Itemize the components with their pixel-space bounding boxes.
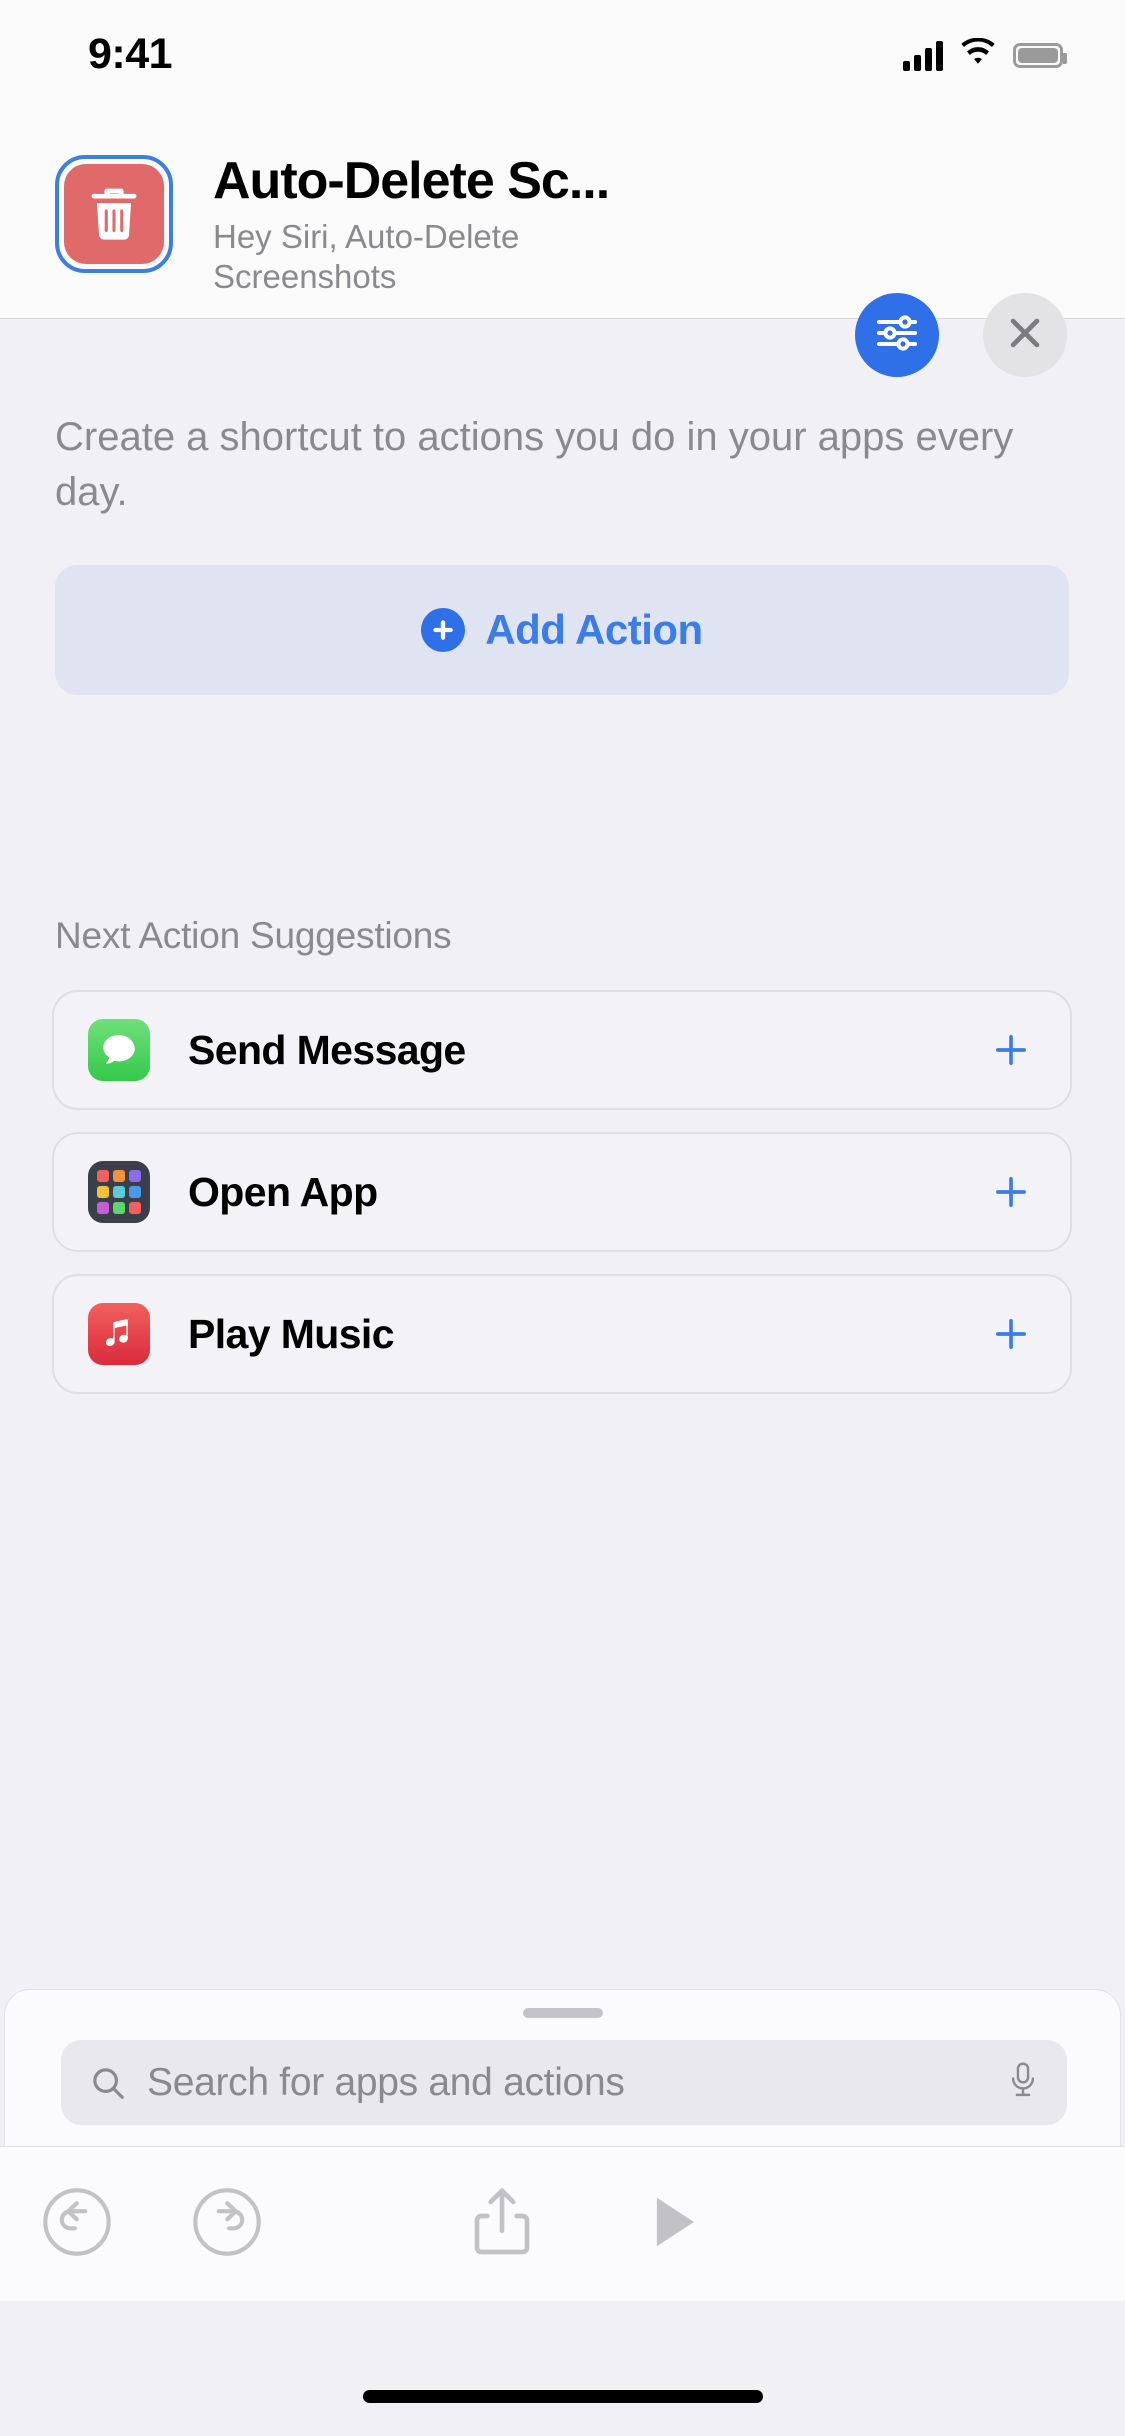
- sheet-grabber-handle[interactable]: [522, 2008, 603, 2018]
- suggestions-section-title: Next Action Suggestions: [55, 915, 452, 956]
- messages-app-icon: [88, 1019, 150, 1081]
- play-icon: [639, 2189, 705, 2260]
- home-indicator: [362, 2390, 763, 2403]
- editor-toolbar: [0, 2146, 1125, 2301]
- trash-icon: [64, 164, 164, 264]
- plus-circle-icon: [421, 608, 466, 652]
- share-icon: [462, 2182, 542, 2267]
- search-input[interactable]: Search for apps and actions: [61, 2040, 1067, 2125]
- music-app-icon: [88, 1303, 150, 1365]
- list-item-label: Play Music: [188, 1310, 395, 1357]
- play-button[interactable]: [617, 2169, 727, 2279]
- shortcut-subtitle: Hey Siri, Auto-Delete Screenshots: [213, 218, 520, 296]
- status-bar-time: 9:41: [88, 30, 173, 78]
- redo-button[interactable]: [172, 2169, 282, 2279]
- microphone-icon[interactable]: [1007, 2061, 1039, 2105]
- undo-button[interactable]: [22, 2169, 132, 2279]
- add-suggestion-button[interactable]: [988, 1027, 1034, 1073]
- search-placeholder: Search for apps and actions: [147, 2060, 625, 2104]
- list-item-label: Open App: [188, 1168, 378, 1215]
- list-item[interactable]: Play Music: [52, 1274, 1072, 1394]
- search-bottom-sheet: Search for apps and actions: [4, 1989, 1121, 2146]
- wifi-icon: [959, 37, 997, 73]
- sliders-icon: [873, 309, 921, 362]
- list-item[interactable]: Open App: [52, 1132, 1072, 1252]
- list-item-label: Send Message: [188, 1026, 466, 1073]
- shortcut-title[interactable]: Auto-Delete Sc...: [213, 153, 813, 209]
- status-bar-icons: [903, 37, 1067, 73]
- settings-button[interactable]: [855, 293, 939, 377]
- status-bar: 9:41: [0, 0, 1125, 95]
- shortcut-header: Auto-Delete Sc... Hey Siri, Auto-Delete …: [0, 95, 1125, 377]
- add-action-label: Add Action: [485, 606, 703, 653]
- close-x-icon: [1003, 311, 1047, 360]
- add-suggestion-button[interactable]: [988, 1169, 1034, 1215]
- redo-icon: [189, 2184, 265, 2265]
- empty-state-description: Create a shortcut to actions you do in y…: [55, 415, 1014, 515]
- shortcut-header-text: Auto-Delete Sc... Hey Siri, Auto-Delete …: [213, 153, 813, 298]
- shortcut-content-area: Create a shortcut to actions you do in y…: [0, 320, 1125, 1990]
- undo-icon: [39, 2184, 115, 2265]
- add-action-button[interactable]: Add Action: [55, 565, 1069, 695]
- share-button[interactable]: [447, 2169, 557, 2279]
- shortcut-icon-selection[interactable]: [55, 155, 173, 273]
- search-icon: [89, 2064, 127, 2102]
- add-suggestion-button[interactable]: [988, 1311, 1034, 1357]
- cellular-signal-icon: [903, 40, 943, 71]
- close-button[interactable]: [983, 293, 1067, 377]
- list-item[interactable]: Send Message: [52, 990, 1072, 1110]
- open-app-grid-icon: [88, 1161, 150, 1223]
- shortcuts-editor-screen: 9:41 Auto-Delete Sc... Hey Siri, Auto-De…: [0, 0, 1125, 2436]
- battery-icon: [1013, 43, 1067, 68]
- suggestions-list: Send Message Open App Play Music: [52, 990, 1072, 1416]
